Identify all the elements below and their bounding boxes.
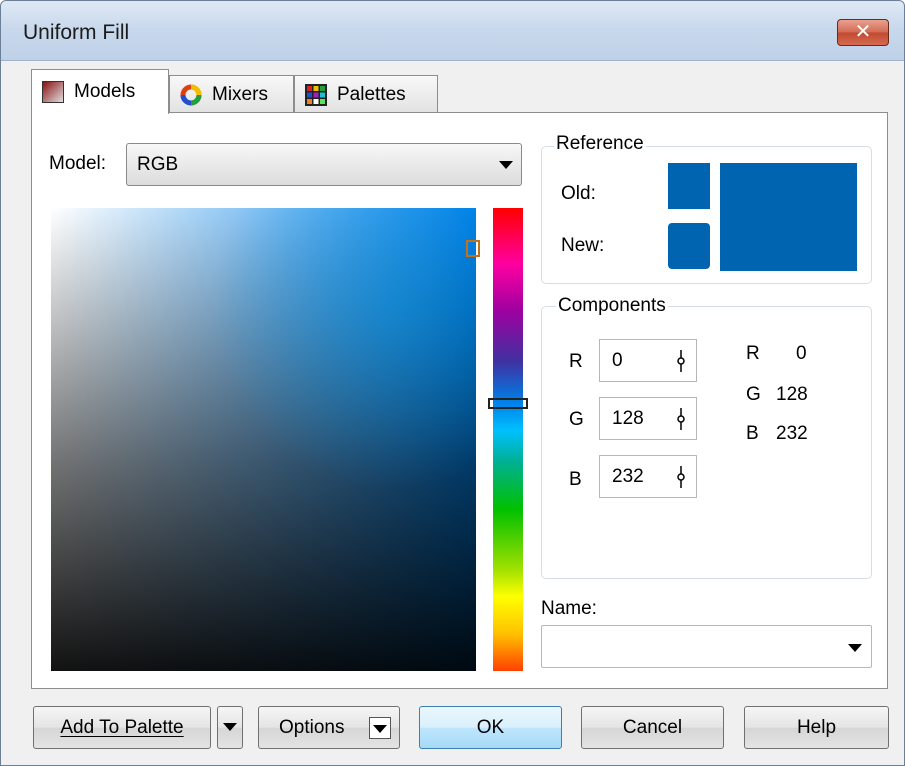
options-label: Options bbox=[279, 717, 345, 738]
ok-button[interactable]: OK bbox=[419, 706, 562, 749]
chevron-down-icon bbox=[848, 644, 862, 652]
components-group bbox=[541, 306, 872, 579]
r-input[interactable]: 0 bbox=[599, 339, 697, 382]
old-label: Old: bbox=[561, 183, 596, 204]
dialog-title: Uniform Fill bbox=[23, 21, 130, 44]
old-color-swatch bbox=[668, 163, 710, 209]
name-dropdown[interactable] bbox=[541, 625, 872, 668]
slider-knob-icon[interactable] bbox=[674, 466, 688, 488]
help-label: Help bbox=[796, 717, 837, 738]
uniform-fill-dialog: Uniform Fill ✕ Models Mixers Palettes Mo… bbox=[0, 0, 905, 766]
tab-mixers[interactable]: Mixers bbox=[169, 75, 294, 113]
g-input[interactable]: 128 bbox=[599, 397, 697, 440]
ok-label: OK bbox=[476, 717, 505, 738]
add-to-palette-dropdown-button[interactable] bbox=[217, 706, 243, 749]
model-dropdown[interactable]: RGB bbox=[126, 143, 522, 186]
close-button[interactable]: ✕ bbox=[837, 19, 889, 46]
tab-models[interactable]: Models bbox=[31, 69, 169, 114]
readout-r-value: 0 bbox=[796, 343, 807, 364]
color-preview-large bbox=[720, 163, 857, 271]
b-input[interactable]: 232 bbox=[599, 455, 697, 498]
slider-knob-icon[interactable] bbox=[674, 408, 688, 430]
chevron-down-icon bbox=[499, 161, 513, 169]
model-value: RGB bbox=[137, 154, 179, 175]
color-area-glow bbox=[211, 208, 476, 488]
hue-slider-handle[interactable] bbox=[488, 398, 528, 409]
help-button[interactable]: Help bbox=[744, 706, 889, 749]
b-value: 232 bbox=[612, 466, 644, 487]
models-icon bbox=[42, 81, 64, 103]
close-icon: ✕ bbox=[854, 21, 872, 43]
b-label: B bbox=[569, 469, 582, 490]
cancel-button[interactable]: Cancel bbox=[581, 706, 724, 749]
name-label: Name: bbox=[541, 598, 597, 619]
readout-b-value: 232 bbox=[776, 423, 808, 444]
title-bar: Uniform Fill ✕ bbox=[1, 1, 904, 61]
new-label: New: bbox=[561, 235, 605, 256]
tab-palettes[interactable]: Palettes bbox=[294, 75, 438, 113]
components-title: Components bbox=[556, 295, 668, 317]
color-picker-handle[interactable] bbox=[466, 240, 480, 257]
add-to-palette-label: Add To Palette bbox=[60, 717, 184, 738]
readout-r-letter: R bbox=[746, 343, 760, 364]
readout-b-letter: B bbox=[746, 423, 759, 444]
tab-mixers-label: Mixers bbox=[212, 83, 268, 105]
readout-g-letter: G bbox=[746, 384, 761, 405]
r-value: 0 bbox=[612, 350, 623, 371]
model-label: Model: bbox=[49, 153, 107, 174]
color-picker-area[interactable] bbox=[51, 208, 476, 671]
new-color-swatch bbox=[668, 223, 710, 269]
reference-title: Reference bbox=[554, 133, 646, 155]
cancel-label: Cancel bbox=[622, 717, 683, 738]
palettes-icon bbox=[305, 83, 327, 106]
tab-models-label: Models bbox=[74, 81, 136, 102]
r-label: R bbox=[569, 351, 583, 372]
tab-palettes-label: Palettes bbox=[337, 83, 406, 105]
chevron-down-icon bbox=[373, 725, 387, 733]
add-to-palette-button[interactable]: Add To Palette bbox=[33, 706, 211, 749]
g-value: 128 bbox=[612, 408, 644, 429]
slider-knob-icon[interactable] bbox=[674, 350, 688, 372]
mixers-icon bbox=[180, 84, 202, 106]
chevron-down-icon bbox=[223, 723, 237, 731]
g-label: G bbox=[569, 409, 584, 430]
options-dropdown-box bbox=[369, 717, 391, 739]
readout-g-value: 128 bbox=[776, 384, 808, 405]
hue-slider[interactable] bbox=[493, 208, 523, 671]
options-button[interactable]: Options bbox=[258, 706, 400, 749]
